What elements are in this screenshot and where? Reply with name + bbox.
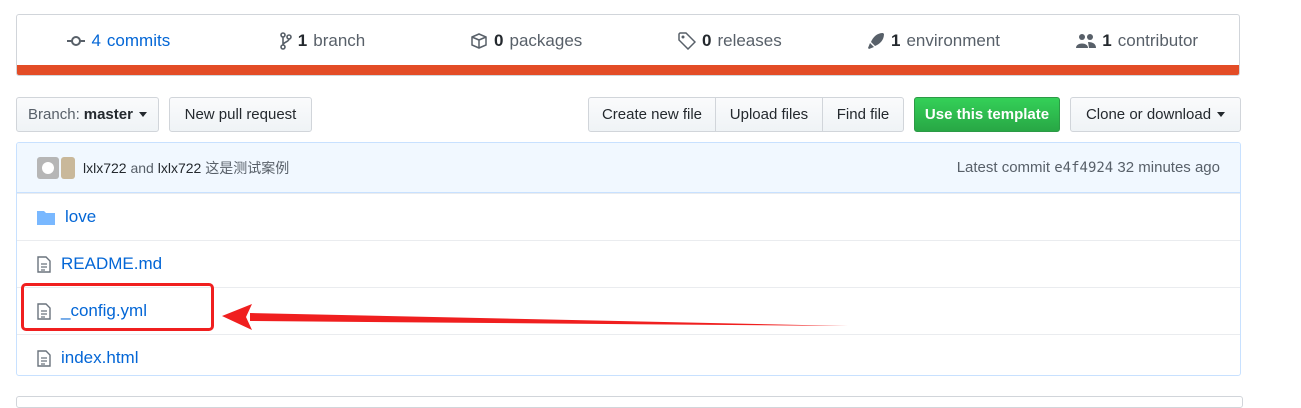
commits-label: commits (106, 31, 171, 50)
packages-label: packages (509, 31, 583, 50)
branch-icon (279, 32, 292, 50)
clone-download-button[interactable]: Clone or download (1070, 97, 1241, 132)
packages-link[interactable]: 0 packages (424, 31, 628, 51)
avatar[interactable] (61, 156, 75, 179)
commits-link[interactable]: 4 commits (17, 31, 221, 51)
branch-select-label: Branch: (28, 106, 80, 123)
avatar[interactable] (37, 156, 59, 179)
people-icon (1076, 34, 1097, 48)
commit-tease: lxlx722 and lxlx722 这是测试案例 Latest commit… (17, 143, 1240, 193)
releases-label: releases (717, 31, 782, 50)
latest-commit: Latest commit e4f4924 32 minutes ago (957, 159, 1220, 176)
file-navigation: Branch: master New pull request Create n… (16, 97, 1241, 132)
packages-count: 0 (494, 31, 504, 50)
repo-summary: 4 commits 1 branch 0 packages 0 releases… (16, 14, 1240, 76)
commit-sha-link[interactable]: e4f4924 (1054, 160, 1113, 176)
clone-download-label: Clone or download (1085, 106, 1212, 123)
annotation-highlight-box (21, 283, 214, 331)
file-table: lxlx722 and lxlx722 这是测试案例 Latest commit… (16, 142, 1241, 376)
create-new-file-button[interactable]: Create new file (588, 97, 716, 132)
latest-commit-label: Latest commit (956, 159, 1051, 176)
contributor-link[interactable]: 1 contributor (1035, 31, 1239, 51)
commit-icon (67, 36, 86, 46)
commit-and-text: and (130, 159, 154, 176)
environment-link[interactable]: 1 environment (832, 31, 1036, 51)
file-name-link[interactable]: index.html (61, 348, 138, 368)
file-row-readme[interactable]: README.md (17, 240, 1240, 287)
folder-icon (37, 211, 55, 225)
branch-label: branch (313, 31, 366, 50)
file-row-index[interactable]: index.html (17, 334, 1240, 375)
find-file-button[interactable]: Find file (822, 97, 904, 132)
commit-author-link[interactable]: lxlx722 (83, 160, 127, 176)
environment-label: environment (906, 31, 1001, 50)
rocket-icon (868, 33, 884, 49)
commit-committer-link[interactable]: lxlx722 (158, 160, 202, 176)
file-icon (37, 349, 51, 367)
package-icon (471, 33, 487, 49)
readme-box-edge (16, 396, 1243, 408)
releases-link[interactable]: 0 releases (628, 31, 832, 51)
tag-icon (678, 32, 696, 50)
commits-count: 4 (91, 31, 101, 50)
branch-count: 1 (297, 31, 308, 50)
commit-authors: lxlx722 and lxlx722 这是测试案例 (83, 158, 289, 178)
branch-select-value: master (83, 106, 133, 123)
contributor-label: contributor (1117, 31, 1199, 50)
upload-files-button[interactable]: Upload files (715, 97, 823, 132)
new-pull-request-button[interactable]: New pull request (169, 97, 312, 132)
file-icon (37, 255, 51, 273)
commit-message[interactable]: 这是测试案例 (205, 160, 289, 176)
environment-count: 1 (891, 31, 901, 50)
chevron-down-icon (1217, 112, 1226, 117)
language-bar (17, 65, 1239, 75)
use-template-button[interactable]: Use this template (914, 97, 1060, 132)
branch-select-button[interactable]: Branch: master (16, 97, 159, 132)
octocat-icon (42, 161, 54, 174)
file-row-love[interactable]: love (17, 193, 1240, 240)
avatar-stack[interactable] (37, 156, 75, 179)
file-name-link[interactable]: love (65, 207, 96, 227)
releases-count: 0 (701, 31, 712, 50)
contributor-count: 1 (1102, 31, 1112, 50)
commit-time: 32 minutes ago (1117, 159, 1220, 176)
branch-link[interactable]: 1 branch (221, 31, 425, 51)
file-name-link[interactable]: README.md (61, 254, 162, 274)
chevron-down-icon (138, 112, 147, 117)
